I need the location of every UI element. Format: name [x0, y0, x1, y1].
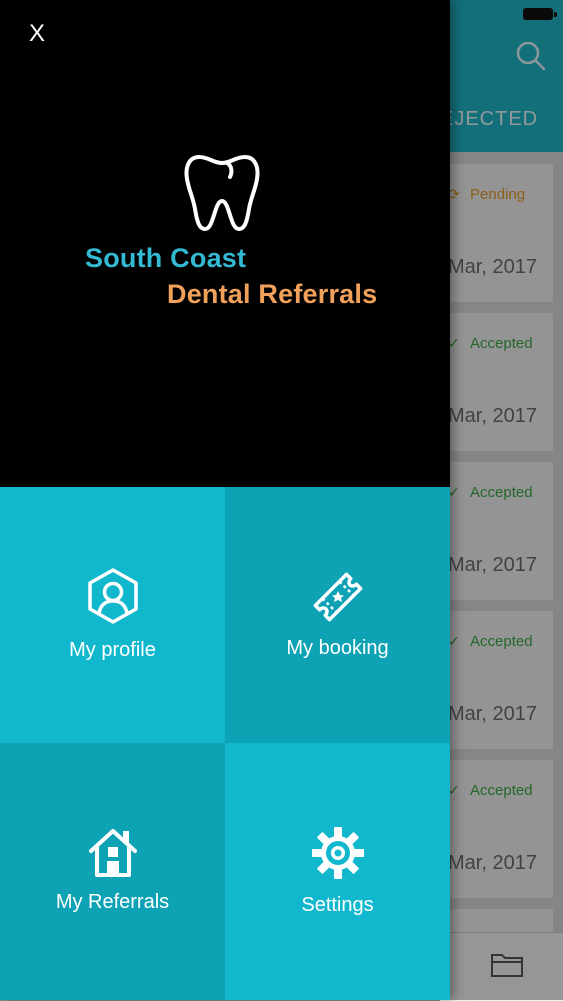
menu-item-my-profile[interactable]: My profile [0, 487, 225, 743]
menu-item-label: Settings [301, 894, 374, 916]
menu-item-settings[interactable]: Settings [225, 743, 450, 1000]
menu-item-my-referrals[interactable]: My Referrals [0, 743, 225, 1000]
gear-icon [310, 825, 366, 886]
menu-item-label: My profile [69, 639, 156, 661]
tooth-icon [183, 153, 261, 238]
navigation-drawer: X South Coast Dental Referrals My profil… [0, 0, 450, 1000]
brand-name-line2: Dental Referrals [167, 279, 378, 309]
menu-item-my-booking[interactable]: My booking [225, 487, 450, 743]
ticket-icon [308, 567, 368, 632]
menu-item-label: My booking [286, 637, 389, 659]
house-icon [85, 825, 141, 886]
drawer-header: X South Coast Dental Referrals [0, 0, 450, 487]
profile-icon [84, 567, 142, 630]
brand-name-line1: South Coast [85, 243, 247, 273]
menu-item-label: My Referrals [55, 891, 170, 913]
close-button[interactable]: X [22, 18, 52, 50]
